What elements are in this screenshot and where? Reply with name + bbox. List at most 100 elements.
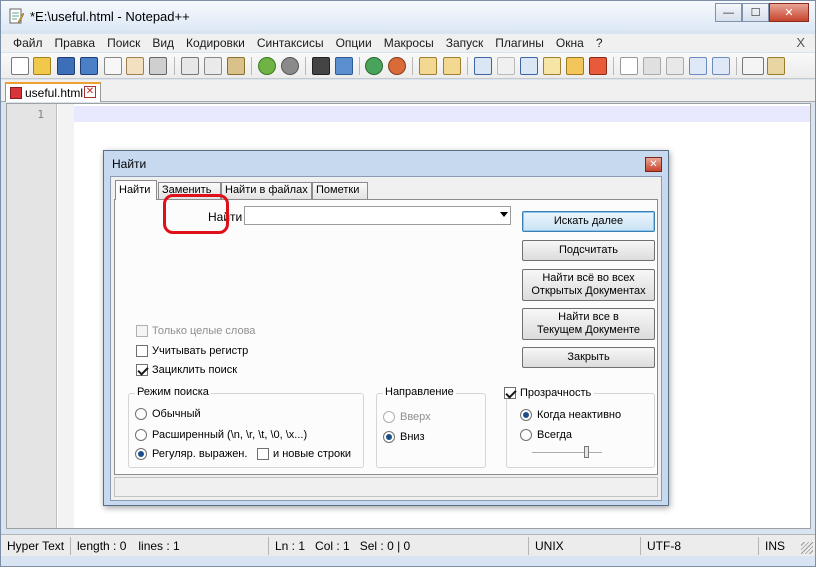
plugin-icon[interactable] — [767, 57, 785, 75]
whole-word-option[interactable]: Только целые слова — [136, 325, 255, 337]
tab-label: useful.html — [25, 86, 84, 100]
always-radio[interactable] — [520, 429, 532, 441]
stop-macro-icon[interactable] — [643, 57, 661, 75]
close-window-button[interactable]: ✕ — [769, 3, 809, 22]
status-ln: Ln : 1 — [275, 538, 306, 553]
window-title: *E:\useful.html - Notepad++ — [30, 9, 190, 24]
function-list-icon[interactable] — [566, 57, 584, 75]
copy-icon[interactable] — [204, 57, 222, 75]
menu-search[interactable]: Поиск — [101, 36, 146, 50]
match-case-checkbox[interactable] — [136, 345, 148, 357]
search-mode-regex[interactable]: Регуляр. выражен. — [135, 448, 247, 460]
wrap-around-checkbox[interactable] — [136, 364, 148, 376]
menu-file[interactable]: Файл — [7, 36, 49, 50]
tab-mark[interactable]: Пометки — [312, 182, 368, 199]
new-file-icon[interactable] — [11, 57, 29, 75]
doc-map-icon[interactable] — [543, 57, 561, 75]
search-mode-normal[interactable]: Обычный — [135, 408, 201, 420]
line-number-gutter: 1 — [7, 104, 57, 528]
menu-encoding[interactable]: Кодировки — [180, 36, 251, 50]
tab-replace[interactable]: Заменить — [158, 182, 221, 199]
zoom-in-icon[interactable] — [365, 57, 383, 75]
direction-up[interactable]: Вверх — [383, 411, 431, 423]
save-icon[interactable] — [57, 57, 75, 75]
tab-find[interactable]: Найти — [115, 180, 157, 200]
save-macro-icon[interactable] — [712, 57, 730, 75]
close-all-icon[interactable] — [126, 57, 144, 75]
transparency-slider-track[interactable] — [532, 452, 602, 454]
search-mode-extended[interactable]: Расширенный (\n, \r, \t, \0, \x...) — [135, 429, 307, 441]
zoom-out-icon[interactable] — [388, 57, 406, 75]
open-file-icon[interactable] — [33, 57, 51, 75]
find-next-button[interactable]: Искать далее — [522, 211, 655, 232]
tab-useful-html[interactable]: useful.html ✕ — [5, 82, 101, 102]
menu-settings[interactable]: Опции — [330, 36, 378, 50]
unsaved-file-icon — [10, 87, 22, 99]
menu-macro[interactable]: Макросы — [378, 36, 440, 50]
spellcheck-icon[interactable] — [742, 57, 764, 75]
dot-matches-newline-option[interactable]: и новые строки — [257, 448, 351, 460]
status-encoding: UTF-8 — [641, 536, 759, 555]
tab-find-in-files[interactable]: Найти в файлах — [221, 182, 312, 199]
transparency-checkbox[interactable] — [504, 387, 516, 399]
regex-radio[interactable] — [135, 448, 147, 460]
close-dialog-button[interactable]: Закрыть — [522, 347, 655, 368]
wrap-around-option[interactable]: Зациклить поиск — [136, 364, 237, 376]
save-all-icon[interactable] — [80, 57, 98, 75]
direction-title: Направление — [383, 386, 456, 398]
minimize-button[interactable]: — — [715, 3, 742, 22]
transparency-slider-thumb[interactable] — [584, 446, 589, 458]
normal-radio[interactable] — [135, 408, 147, 420]
print-icon[interactable] — [149, 57, 167, 75]
find-all-current-doc-button[interactable]: Найти все в Текущем Документе — [522, 308, 655, 340]
word-wrap-icon[interactable] — [474, 57, 492, 75]
menu-plugins[interactable]: Плагины — [489, 36, 550, 50]
record-macro-icon[interactable] — [620, 57, 638, 75]
transparency-on-lose-focus[interactable]: Когда неактивно — [520, 409, 621, 421]
close-file-icon[interactable] — [104, 57, 122, 75]
sync-horizontal-icon[interactable] — [443, 57, 461, 75]
menu-help[interactable]: ? — [590, 36, 609, 50]
menu-window[interactable]: Окна — [550, 36, 590, 50]
menu-run[interactable]: Запуск — [440, 36, 490, 50]
cut-icon[interactable] — [181, 57, 199, 75]
chevron-down-icon[interactable] — [500, 212, 508, 217]
show-all-chars-icon[interactable] — [497, 57, 515, 75]
find-what-input[interactable] — [244, 206, 511, 225]
menu-view[interactable]: Вид — [146, 36, 180, 50]
maximize-button[interactable]: ☐ — [742, 3, 769, 22]
direction-down[interactable]: Вниз — [383, 431, 425, 443]
extended-radio[interactable] — [135, 429, 147, 441]
find-all-open-docs-button[interactable]: Найти всё во всех Открытых Документах — [522, 269, 655, 301]
folder-workspace-icon[interactable] — [589, 57, 607, 75]
undo-icon[interactable] — [258, 57, 276, 75]
redo-icon[interactable] — [281, 57, 299, 75]
close-document-icon[interactable]: X — [796, 35, 805, 50]
count-button[interactable]: Подсчитать — [522, 240, 655, 261]
tab-close-icon[interactable]: ✕ — [84, 86, 96, 98]
dialog-close-button[interactable]: ✕ — [645, 157, 662, 172]
find-what-label: Найти : — [208, 210, 249, 224]
whole-word-checkbox[interactable] — [136, 325, 148, 337]
resize-grip[interactable] — [801, 542, 813, 554]
transparency-always[interactable]: Всегда — [520, 429, 572, 441]
match-case-option[interactable]: Учитывать регистр — [136, 345, 248, 357]
transparency-option[interactable]: Прозрачность — [501, 387, 595, 399]
replace-icon[interactable] — [335, 57, 353, 75]
on-lose-focus-radio[interactable] — [520, 409, 532, 421]
up-label: Вверх — [400, 411, 431, 423]
down-radio[interactable] — [383, 431, 395, 443]
menu-edit[interactable]: Правка — [49, 36, 102, 50]
dot-newline-checkbox[interactable] — [257, 448, 269, 460]
find-icon[interactable] — [312, 57, 330, 75]
run-macro-multiple-icon[interactable] — [689, 57, 707, 75]
fold-margin — [58, 104, 74, 528]
always-label: Всегда — [537, 429, 573, 441]
find-dialog: Найти ✕ Найти Заменить Найти в файлах По… — [103, 150, 669, 506]
menu-language[interactable]: Синтаксисы — [251, 36, 330, 50]
paste-icon[interactable] — [227, 57, 245, 75]
play-macro-icon[interactable] — [666, 57, 684, 75]
indent-guide-icon[interactable] — [520, 57, 538, 75]
up-radio[interactable] — [383, 411, 395, 423]
sync-vertical-icon[interactable] — [419, 57, 437, 75]
